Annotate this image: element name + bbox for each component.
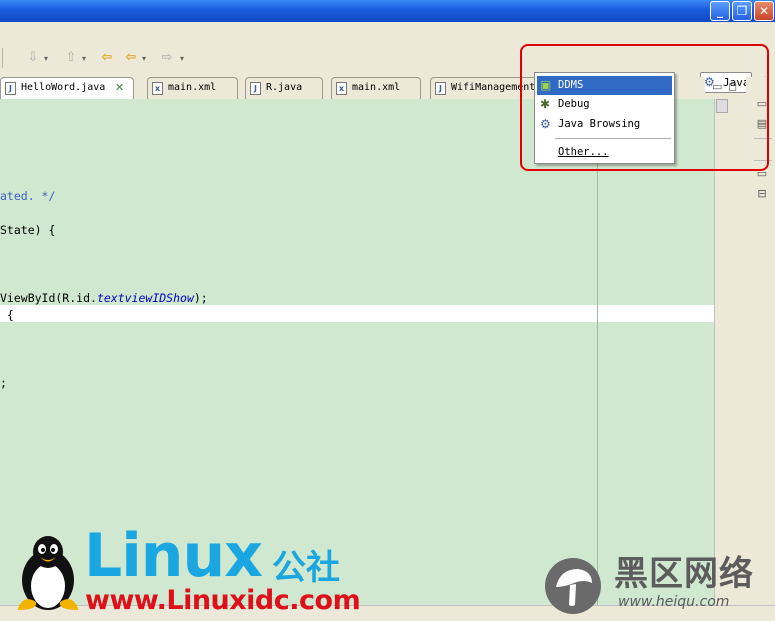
code-text: ); xyxy=(193,291,208,305)
heiqu-mushroom-logo xyxy=(545,558,601,614)
close-icon[interactable]: ✕ xyxy=(754,1,774,21)
window-title-bar: _ ❐ ✕ xyxy=(0,0,775,22)
tab-label: main.xml xyxy=(168,82,217,93)
toolbar-separator xyxy=(2,48,3,68)
tux-penguin-logo xyxy=(18,536,78,610)
code-line: State) { xyxy=(0,223,56,237)
heiqu-watermark-cn: 黑区网络 xyxy=(614,554,754,594)
hierarchy-view-icon[interactable]: ⊟ xyxy=(755,187,769,201)
next-annotation-icon[interactable]: ⇩ xyxy=(24,50,42,66)
chevron-down-icon[interactable]: ▾ xyxy=(82,54,86,63)
vertical-scrollbar[interactable] xyxy=(714,99,728,605)
close-tab-icon[interactable]: ✕ xyxy=(115,81,124,94)
code-field-reference: textviewIDShow xyxy=(96,291,194,305)
tab-r-java[interactable]: J R.java xyxy=(245,77,323,99)
maximize-icon[interactable]: ❐ xyxy=(732,1,752,21)
previous-annotation-icon[interactable]: ⇧ xyxy=(62,50,80,66)
chevron-down-icon[interactable]: ▾ xyxy=(180,54,184,63)
heiqu-url-watermark: www.heiqu.com xyxy=(618,594,730,610)
current-line-highlight xyxy=(0,305,714,322)
chevron-down-icon[interactable]: ▾ xyxy=(142,54,146,63)
tab-helloword-java[interactable]: J HelloWord.java ✕ xyxy=(0,77,134,99)
print-margin-line xyxy=(597,99,598,605)
forward-arrow-icon[interactable]: ⇨ xyxy=(158,50,176,66)
tab-label: main.xml xyxy=(352,82,401,93)
java-file-icon: J xyxy=(435,82,446,95)
back-arrow-icon[interactable]: ⇦ xyxy=(122,50,140,66)
java-file-icon: J xyxy=(250,82,261,95)
code-line: ; xyxy=(0,376,7,390)
code-line: { xyxy=(0,308,14,322)
tab-label: R.java xyxy=(266,82,303,93)
highlight-frame xyxy=(520,44,769,171)
code-text: ViewById(R.id. xyxy=(0,291,97,305)
tab-label: HelloWord.java xyxy=(21,82,106,93)
minimize-icon[interactable]: _ xyxy=(710,1,730,21)
tab-main-xml-2[interactable]: x main.xml xyxy=(331,77,421,99)
xml-file-icon: x xyxy=(152,82,163,95)
linux-watermark-cn: 公社 xyxy=(272,548,340,588)
java-file-icon: J xyxy=(5,82,16,95)
code-line: ViewById(R.id.textviewIDShow); xyxy=(0,291,208,305)
code-line: ated. */ xyxy=(0,189,56,203)
tab-main-xml[interactable]: x main.xml xyxy=(147,77,238,99)
linux-watermark: Linux xyxy=(84,521,263,591)
linuxidc-url-watermark: www.Linuxidc.com xyxy=(85,585,361,616)
xml-file-icon: x xyxy=(336,82,347,95)
last-edit-location-icon[interactable]: ⇦ xyxy=(98,50,116,66)
chevron-down-icon[interactable]: ▾ xyxy=(44,54,48,63)
